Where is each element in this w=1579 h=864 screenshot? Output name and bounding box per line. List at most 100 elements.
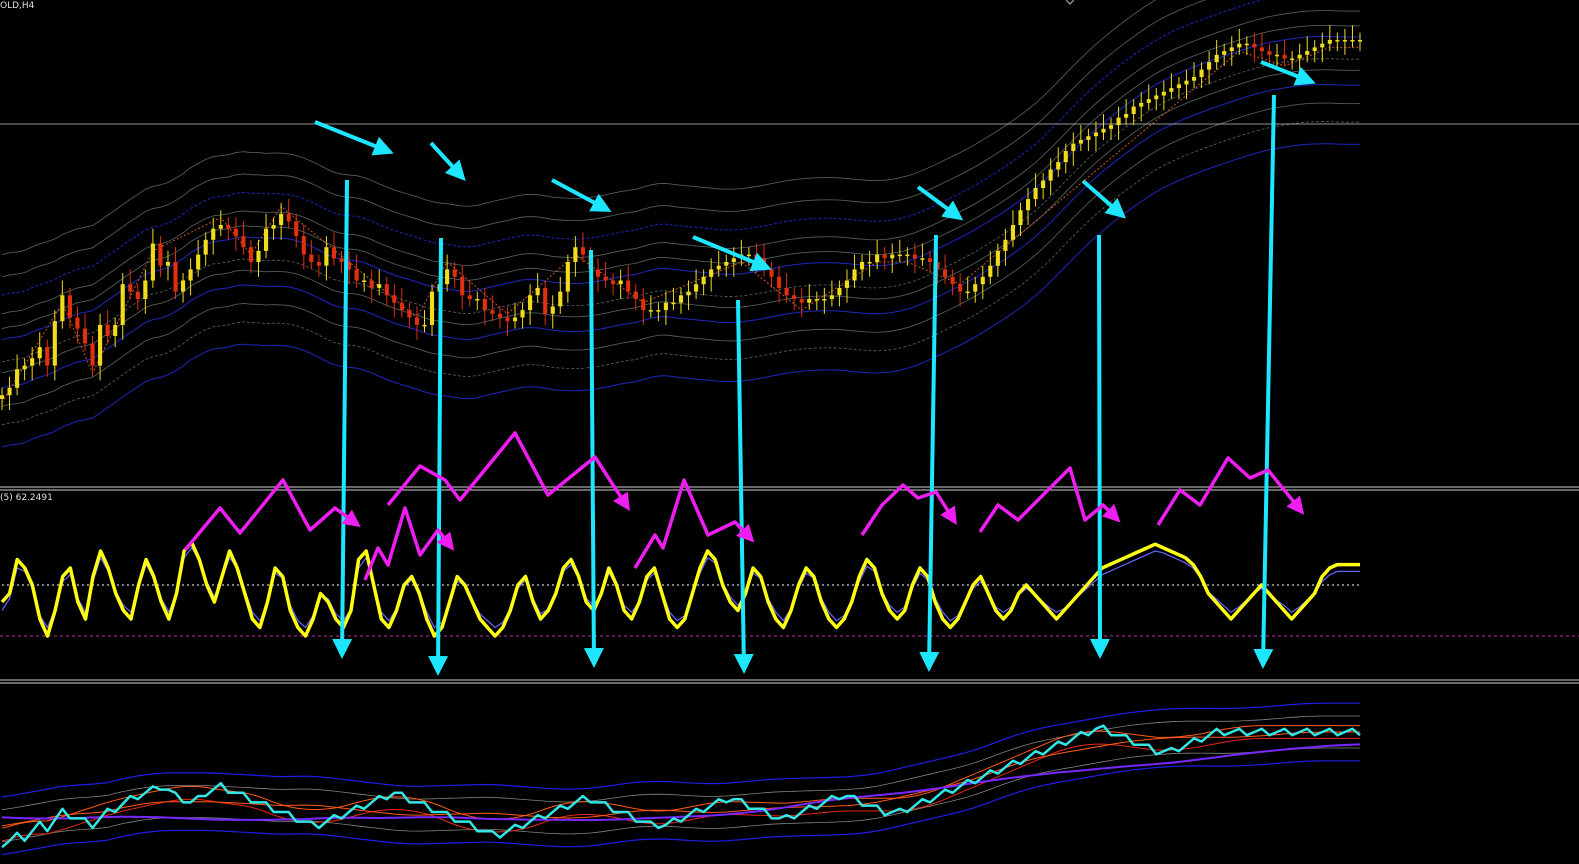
candle-body: [1176, 84, 1181, 89]
envelope-band: [1, 121, 1361, 426]
candle-body: [22, 365, 27, 370]
candle-body: [1259, 47, 1264, 52]
candle-body: [60, 295, 65, 322]
oscillator-main-line: [0, 540, 1360, 638]
candle-body: [1214, 54, 1219, 63]
candle-body: [196, 254, 201, 270]
candle-body: [520, 310, 525, 318]
candle-body: [475, 299, 480, 301]
candle-body: [746, 254, 751, 257]
candle-body: [648, 310, 653, 312]
trend-arrow: [551, 178, 612, 212]
candle-body: [113, 324, 118, 336]
candle-body: [279, 213, 284, 225]
candle-body: [1033, 188, 1038, 200]
lower-indicator-panel[interactable]: [1, 702, 1361, 856]
candle-body: [995, 250, 1000, 266]
candle-body: [1063, 151, 1068, 163]
candle-body: [912, 254, 917, 259]
candle-body: [784, 287, 789, 296]
candle-body: [724, 262, 729, 266]
candle-body: [263, 228, 269, 251]
candle-body: [15, 369, 20, 388]
candle-body: [656, 310, 661, 312]
candle-body: [950, 276, 955, 285]
candle-body: [188, 269, 193, 281]
candle-body: [392, 295, 397, 303]
candle-body: [897, 254, 902, 257]
candle-body: [233, 228, 238, 237]
candle-body: [1010, 225, 1016, 240]
candle-body: [905, 254, 910, 257]
candle-body: [1229, 47, 1234, 52]
candle-body: [822, 299, 827, 301]
candle-body: [1056, 162, 1061, 170]
divergence-arrow: [1089, 234, 1110, 659]
candle-body: [286, 213, 291, 222]
candle-body: [1018, 210, 1023, 225]
candle-body: [324, 247, 329, 266]
candle-body: [143, 280, 148, 299]
oscillator-panel[interactable]: [0, 540, 1579, 638]
candle-body: [920, 258, 925, 260]
candle-body: [807, 299, 812, 303]
candle-body: [980, 276, 985, 285]
candle-body: [497, 313, 502, 318]
trend-arrow: [429, 141, 466, 181]
symbol-timeframe-label: OLD,H4: [0, 1, 35, 11]
candle-body: [1305, 51, 1310, 55]
candle-body: [1161, 91, 1166, 96]
candle-body: [958, 284, 963, 292]
candle-body: [135, 291, 140, 299]
candle-body: [173, 262, 178, 292]
candle-body: [942, 269, 948, 277]
candle-body: [331, 247, 337, 259]
candle-body: [618, 280, 623, 285]
candle-body: [595, 269, 601, 277]
trading-chart[interactable]: [0, 0, 1579, 864]
candle-body: [445, 269, 450, 285]
candle-body: [731, 258, 736, 262]
candle-body: [1274, 54, 1280, 57]
candle-body: [362, 280, 367, 282]
candle-body: [7, 387, 12, 396]
candle-body: [814, 299, 819, 301]
trend-arrow: [1260, 60, 1316, 86]
candle-body: [663, 302, 668, 311]
candle-body: [218, 225, 223, 229]
price-envelope-bands: [1, 0, 1361, 448]
candle-body: [1350, 40, 1355, 42]
candle-body: [1101, 128, 1106, 133]
trend-arrow: [916, 185, 964, 221]
candle-body: [603, 276, 608, 281]
candle-body: [1116, 117, 1121, 126]
candle-body: [0, 395, 5, 399]
candle-body: [414, 317, 420, 325]
envelope-band: [1, 10, 1361, 315]
candle-body: [867, 262, 872, 264]
envelope-band: [1, 0, 1157, 256]
candle-body: [1199, 69, 1204, 77]
candle-body: [799, 299, 804, 303]
candle-body: [1003, 239, 1008, 251]
candle-body: [399, 302, 404, 311]
candle-body: [1025, 199, 1031, 211]
candle-body: [1131, 106, 1136, 114]
indicator-value-label: (5) 62.2491: [0, 493, 53, 503]
candle-body: [837, 287, 842, 296]
chevron-down-icon[interactable]: [1066, 0, 1074, 5]
candle-body: [1078, 139, 1083, 144]
candle-body: [339, 258, 344, 262]
candle-body: [301, 236, 306, 255]
candle-body: [973, 284, 978, 292]
price-panel[interactable]: [0, 0, 1579, 448]
candle-body: [1048, 169, 1053, 181]
candle-body: [1267, 51, 1272, 55]
candle-body: [709, 269, 714, 277]
candle-body: [67, 295, 72, 318]
candle-body: [1237, 43, 1242, 48]
lower-band-line: [1, 731, 1360, 827]
wave-arrow: [633, 478, 755, 569]
candle-body: [271, 225, 276, 229]
candle-body: [558, 291, 563, 307]
